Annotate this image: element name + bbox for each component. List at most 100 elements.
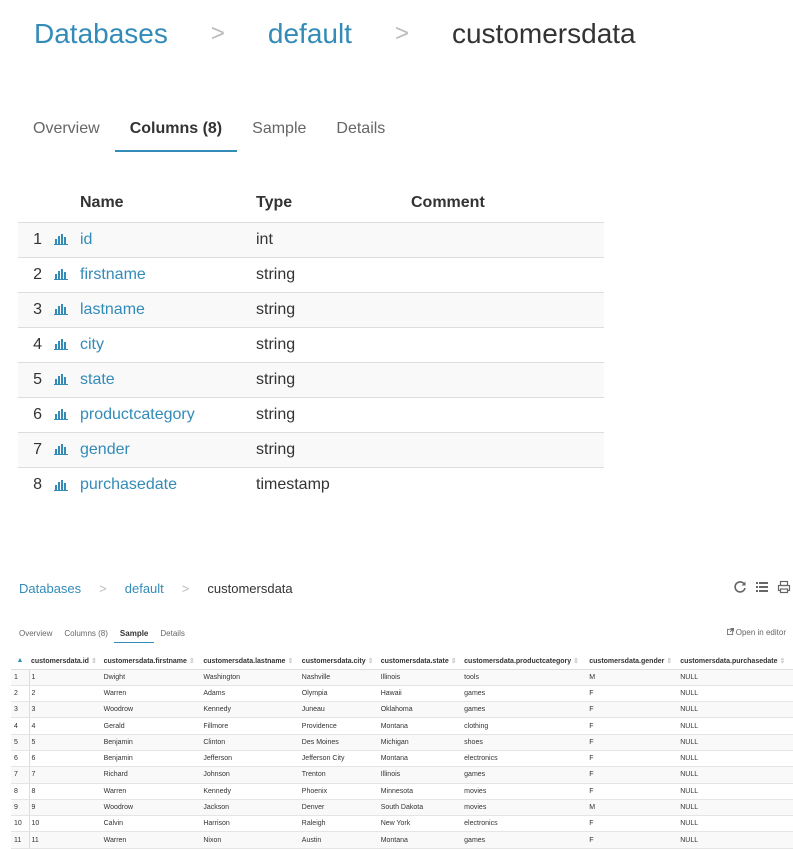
column-comment <box>411 257 604 293</box>
sample-column-header[interactable]: customersdata.state ⇕ <box>378 653 463 670</box>
sort-indicator-icon[interactable]: ▲ <box>11 653 29 670</box>
column-type: int <box>256 222 411 258</box>
table-cell: Olympia <box>299 685 379 703</box>
sample-column-header-label: customersdata.purchasedate <box>680 657 778 665</box>
table-cell: Hawaii <box>378 685 463 703</box>
table-cell: movies <box>462 783 588 800</box>
breadcrumb-default-link[interactable]: default <box>268 18 352 50</box>
tab-sample[interactable]: Sample <box>113 629 155 643</box>
table-cell: 10 <box>29 815 102 833</box>
table-cell: Fillmore <box>201 717 300 735</box>
table-row: 10 10 Calvin Harrison Raleigh New York electro… <box>11 815 793 833</box>
row-number: 8 <box>11 783 30 800</box>
open-in-editor-link[interactable]: Open in editor <box>726 628 786 637</box>
breadcrumb-default-link[interactable]: default <box>125 581 164 596</box>
column-row: 1 id int <box>18 222 604 258</box>
column-name-link[interactable]: purchasedate <box>80 467 256 502</box>
table-cell: Harrison <box>201 815 300 833</box>
column-name-link[interactable]: productcategory <box>80 397 256 433</box>
table-row: 2 2 Warren Adams Olympia Hawaii games F NULL <box>11 685 793 703</box>
column-type: string <box>256 397 411 433</box>
header-name: Name <box>80 185 256 223</box>
table-cell: Woodrow <box>101 799 202 817</box>
table-cell: South Dakota <box>378 799 463 817</box>
sample-column-header[interactable]: customersdata.city ⇕ <box>299 653 379 670</box>
breadcrumb-separator: > <box>181 580 190 596</box>
list-icon[interactable] <box>755 580 769 594</box>
breadcrumb-current-table: customersdata <box>451 18 636 49</box>
table-cell: 3 <box>29 701 102 719</box>
sample-column-header[interactable]: customersdata.productcategory ⇕ <box>462 653 588 670</box>
column-stats-icon[interactable] <box>42 362 80 398</box>
breadcrumb-databases-link[interactable]: Databases <box>34 18 168 50</box>
column-type: string <box>256 292 411 328</box>
table-cell: Austin <box>299 831 379 849</box>
tab-details[interactable]: Details <box>154 629 190 642</box>
table-cell: Gerald <box>101 717 202 735</box>
table-cell: Jefferson <box>201 750 300 768</box>
column-stats-icon[interactable] <box>42 397 80 433</box>
table-cell: Minnesota <box>378 783 463 800</box>
table-cell: Benjamin <box>101 750 202 768</box>
column-name-link[interactable]: gender <box>80 432 256 468</box>
table-cell: Providence <box>299 717 379 735</box>
external-link-icon <box>726 628 734 637</box>
table-cell: F <box>587 734 679 751</box>
breadcrumb: Databases > default > customersdata <box>34 14 636 54</box>
table-cell: shoes <box>462 734 588 751</box>
column-name-link[interactable]: state <box>80 362 256 398</box>
table-tabs: Overview Columns (8) Sample Details <box>18 108 400 152</box>
table-row: 7 7 Richard Johnson Trenton Illinois games F NUL… <box>11 766 793 784</box>
row-number: 9 <box>11 799 30 817</box>
column-type: string <box>256 327 411 363</box>
tab-details[interactable]: Details <box>321 120 400 150</box>
sample-column-header[interactable]: customersdata.purchasedate ⇕ <box>678 653 793 670</box>
tab-overview[interactable]: Overview <box>13 629 58 642</box>
table-row: 3 3 Woodrow Kennedy Juneau Oklahoma games F NULL <box>11 701 793 719</box>
sample-column-header[interactable]: customersdata.id ⇕ <box>29 653 102 670</box>
table-cell: 7 <box>29 766 102 784</box>
refresh-icon[interactable] <box>733 580 747 594</box>
column-name-link[interactable]: id <box>80 222 256 258</box>
tab-sample[interactable]: Sample <box>237 120 321 150</box>
table-cell: F <box>587 717 679 735</box>
column-stats-icon[interactable] <box>42 432 80 468</box>
table-cell: Montana <box>378 717 463 735</box>
sort-icon: ⇕ <box>450 657 457 665</box>
column-stats-icon[interactable] <box>42 327 80 363</box>
column-index: 5 <box>18 362 42 398</box>
column-stats-icon[interactable] <box>42 292 80 328</box>
sample-column-header-label: customersdata.firstname <box>103 657 187 665</box>
columns-table-header: Name Type Comment <box>18 185 604 223</box>
tab-columns[interactable]: Columns (8) <box>114 120 238 152</box>
table-cell: NULL <box>678 783 793 800</box>
print-icon[interactable] <box>777 580 791 594</box>
column-name-link[interactable]: city <box>80 327 256 363</box>
breadcrumb-current-table: customersdata <box>207 580 293 596</box>
breadcrumb-small: Databases > default > customersdata <box>19 578 293 598</box>
sample-column-header[interactable]: customersdata.firstname ⇕ <box>101 653 202 670</box>
table-tabs-small: Overview Columns (8) Sample Details <box>13 626 191 643</box>
row-number: 3 <box>11 701 30 719</box>
sort-icon: ⇕ <box>90 657 97 665</box>
column-stats-icon[interactable] <box>42 222 80 258</box>
table-cell: Washington <box>201 669 300 686</box>
breadcrumb-databases-link[interactable]: Databases <box>19 581 81 596</box>
sort-icon: ⇕ <box>666 657 673 665</box>
table-cell: Trenton <box>299 766 379 784</box>
sample-column-header[interactable]: customersdata.lastname ⇕ <box>201 653 300 670</box>
sample-column-header[interactable]: customersdata.gender ⇕ <box>587 653 679 670</box>
column-index: 8 <box>33 475 42 493</box>
column-name-link[interactable]: firstname <box>80 257 256 293</box>
tab-columns[interactable]: Columns (8) <box>58 629 114 642</box>
table-cell: NULL <box>678 766 793 784</box>
table-cell: Denver <box>299 799 379 817</box>
column-stats-icon[interactable] <box>42 467 80 502</box>
column-stats-icon[interactable] <box>42 257 80 293</box>
table-cell: NULL <box>678 701 793 719</box>
tab-overview[interactable]: Overview <box>18 120 115 150</box>
column-index: 4 <box>18 327 42 363</box>
table-cell: electronics <box>462 750 588 768</box>
table-cell: Richard <box>101 766 202 784</box>
column-name-link[interactable]: lastname <box>80 292 256 328</box>
